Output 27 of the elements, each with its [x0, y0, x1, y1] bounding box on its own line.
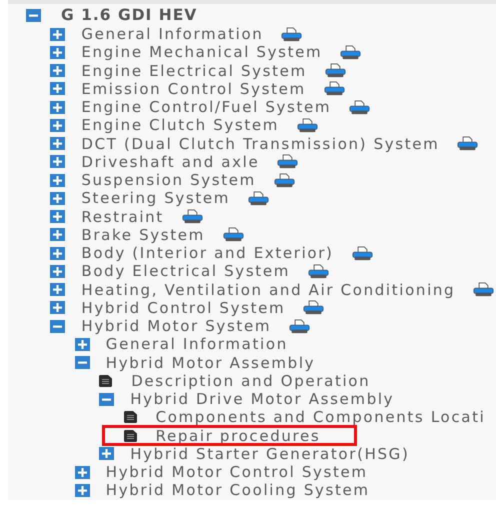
tree-item[interactable]: General Information: [106, 335, 288, 354]
tree-item[interactable]: Hybrid Motor Cooling System: [106, 481, 370, 500]
tree-item[interactable]: Body (Interior and Exterior): [81, 244, 334, 262]
tree-item[interactable]: Hybrid Motor Control System: [106, 463, 368, 482]
tree-item[interactable]: Hybrid Starter Generator(HSG): [130, 444, 410, 463]
tree-item[interactable]: Engine Control/Fuel System: [81, 98, 332, 116]
tree-item[interactable]: Hybrid Motor Assembly: [106, 354, 316, 372]
tree-item[interactable]: General Information: [81, 25, 264, 44]
tree-item[interactable]: Engine Clutch System: [81, 116, 280, 134]
tree-item[interactable]: Components and Components Locati: [156, 408, 486, 426]
tree-item[interactable]: Engine Electrical System: [81, 62, 307, 80]
tree-item[interactable]: Hybrid Motor System: [81, 317, 272, 336]
tree-item[interactable]: Driveshaft and axle: [81, 152, 260, 171]
tree-item[interactable]: Emission Control System: [81, 80, 306, 98]
tree-item[interactable]: Repair procedures: [156, 426, 320, 445]
tree-item[interactable]: Suspension System: [81, 171, 256, 190]
tree-item[interactable]: G 1.6 GDI HEV: [61, 6, 198, 24]
tree-item[interactable]: Engine Mechanical System: [81, 43, 322, 62]
tree-item[interactable]: Hybrid Drive Motor Assembly: [130, 390, 394, 408]
tree-item[interactable]: DCT (Dual Clutch Transmission) System: [81, 134, 440, 153]
tree-item[interactable]: Restraint: [81, 208, 164, 226]
tree-item[interactable]: Steering System: [81, 189, 230, 208]
tree-item[interactable]: Body Electrical System: [81, 262, 290, 280]
tree-item[interactable]: Brake System: [81, 226, 205, 244]
tree-item[interactable]: Heating, Ventilation and Air Conditioning: [81, 280, 456, 299]
tree-item[interactable]: Hybrid Control System: [81, 298, 286, 317]
tree-item[interactable]: Description and Operation: [131, 372, 370, 390]
